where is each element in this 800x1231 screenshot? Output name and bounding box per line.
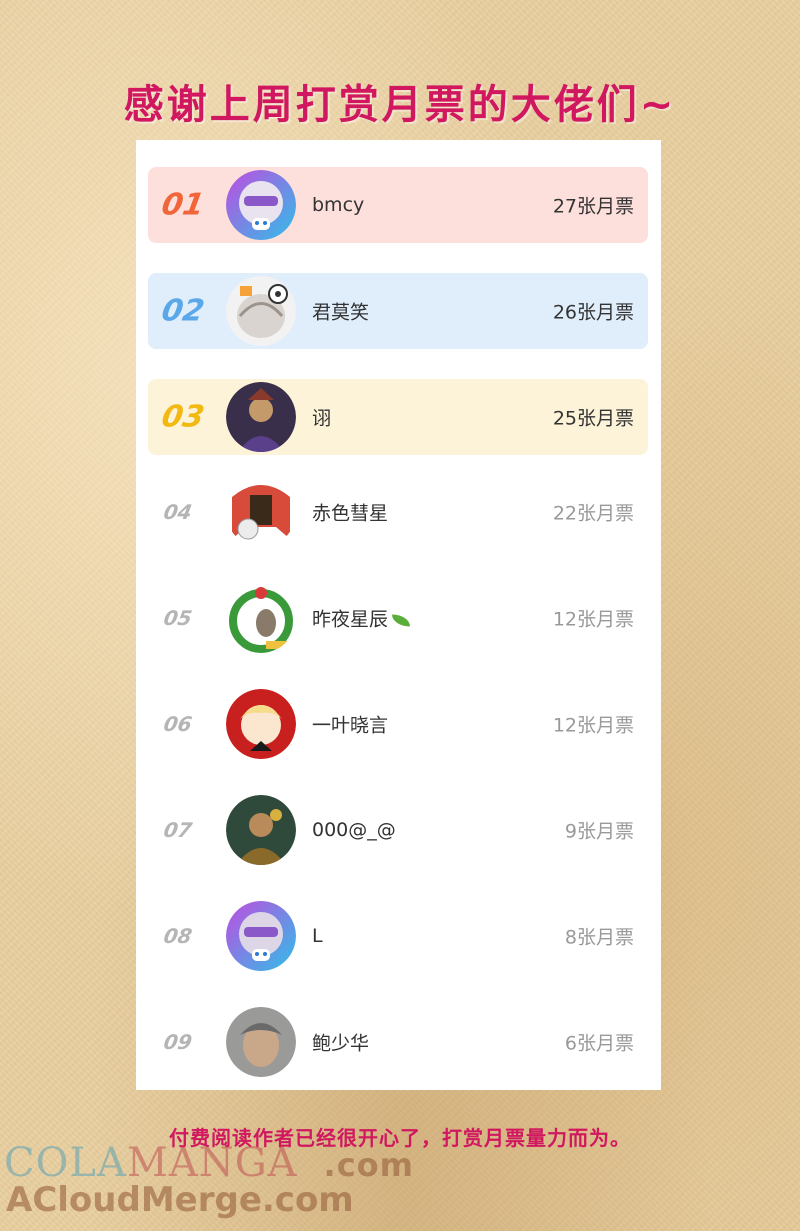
avatar — [226, 1007, 296, 1077]
vote-count: 8张月票 — [564, 926, 634, 949]
vote-count: 9张月票 — [564, 820, 634, 843]
user-name: 鲍少华 — [312, 1032, 370, 1055]
rank-number: 05 — [161, 606, 194, 630]
user-name: 000@_@ — [312, 819, 396, 841]
vote-count: 25张月票 — [552, 407, 634, 430]
leaderboard-row: 03 诩 25张月票 — [148, 379, 648, 455]
leaderboard-card: 01 bmcy 27张月票 02 君莫笑 26张月票 03 诩 25张月票 04… — [136, 140, 661, 1090]
rank-number: 04 — [161, 500, 194, 524]
user-name: bmcy — [312, 194, 365, 216]
rank-number: 02 — [158, 293, 207, 329]
vote-count: 27张月票 — [552, 195, 634, 218]
rank-number: 08 — [161, 924, 194, 948]
user-name: 一叶晓言 — [312, 714, 389, 737]
user-name: 君莫笑 — [312, 301, 370, 324]
rank-number: 09 — [161, 1030, 194, 1054]
vote-count: 12张月票 — [552, 714, 634, 737]
leaderboard-row: 01 bmcy 27张月票 — [148, 167, 648, 243]
leaderboard-row: 02 君莫笑 26张月票 — [148, 273, 648, 349]
leaderboard-row: 07 000@_@ 9张月票 — [148, 792, 648, 868]
vote-count: 12张月票 — [552, 608, 634, 631]
page-title: 感谢上周打赏月票的大佬们~ — [123, 82, 677, 128]
avatar — [226, 477, 296, 547]
vote-count: 26张月票 — [552, 301, 634, 324]
leaderboard-row: 09 鲍少华 6张月票 — [148, 1004, 648, 1080]
user-name: 赤色彗星 — [312, 502, 389, 525]
avatar — [226, 795, 296, 865]
leaderboard-row: 05 昨夜星辰 12张月票 — [148, 580, 648, 656]
avatar — [226, 382, 296, 452]
leaderboard-row: 08 L 8张月票 — [148, 898, 648, 974]
leaderboard-row: 06 一叶晓言 12张月票 — [148, 686, 648, 762]
vote-count: 22张月票 — [552, 502, 634, 525]
avatar — [226, 170, 296, 240]
leaf-icon — [392, 614, 411, 626]
leaderboard-row: 04 赤色彗星 22张月票 — [148, 474, 648, 550]
user-name: L — [312, 925, 323, 947]
rank-number: 06 — [161, 712, 194, 736]
avatar — [226, 276, 296, 346]
rank-number: 07 — [161, 818, 194, 842]
avatar — [226, 901, 296, 971]
watermark-acloudmerge: ACloudMerge.com — [6, 1180, 354, 1220]
rank-number: 01 — [158, 187, 207, 223]
user-name: 昨夜星辰 — [312, 605, 411, 632]
vote-count: 6张月票 — [564, 1032, 634, 1055]
avatar — [226, 689, 296, 759]
rank-number: 03 — [158, 399, 207, 435]
avatar — [226, 583, 296, 653]
user-name: 诩 — [312, 407, 332, 430]
